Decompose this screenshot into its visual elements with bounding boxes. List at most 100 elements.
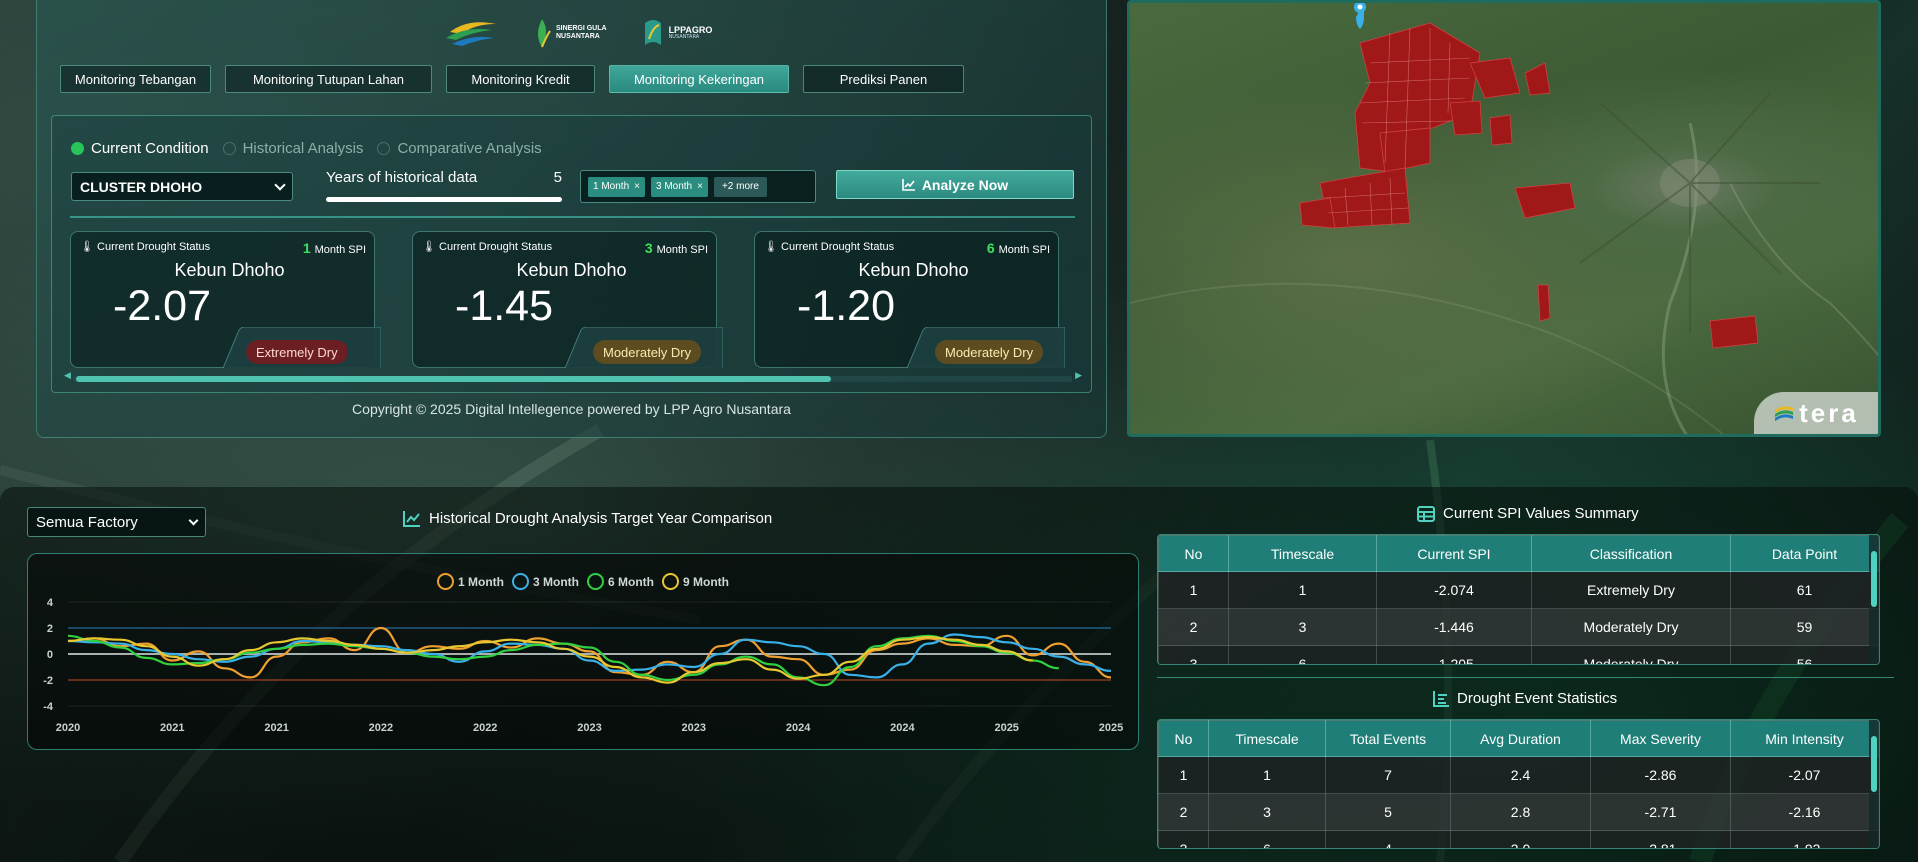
- x-tick-label: 2022: [473, 722, 497, 734]
- tera-logo-text: tera: [1799, 397, 1859, 428]
- table-row: 2 3 -1.446 Moderately Dry 59: [1158, 608, 1879, 646]
- drought-line-chart: 1 Month 3 Month 6 Month 9 Month 4 2 0 -2 -4 2…: [27, 553, 1139, 750]
- drought-analysis-panel: Current Condition Historical Analysis Co…: [51, 115, 1092, 393]
- remove-tag-icon[interactable]: ×: [697, 181, 703, 192]
- table-icon: [1417, 505, 1435, 522]
- column-header[interactable]: No: [1158, 720, 1209, 757]
- timescale-number: 6: [986, 240, 995, 256]
- column-header[interactable]: Classification: [1531, 535, 1731, 572]
- scrollbar-thumb[interactable]: [1871, 551, 1877, 607]
- drought-status-card: 🌡︎ Current Drought Status 3 Month SPI Keb…: [412, 231, 723, 368]
- tera-logo-icon: [1775, 406, 1794, 421]
- table-header-row: No Timescale Current SPI Classification …: [1158, 535, 1879, 572]
- years-history-slider: Years of historical data 5: [326, 169, 566, 202]
- remove-tag-icon[interactable]: ×: [634, 181, 640, 192]
- chevron-down-icon: [274, 178, 286, 191]
- radio-selected-dot: [71, 142, 84, 155]
- drought-stats-title: Drought Event Statistics: [1433, 690, 1617, 707]
- x-tick-label: 2025: [994, 722, 1018, 734]
- x-tick-label: 2023: [682, 722, 706, 734]
- scroll-left-arrow-icon[interactable]: ◀: [64, 371, 71, 381]
- spi-value: -1.20: [797, 282, 896, 330]
- table-vertical-scrollbar[interactable]: [1869, 720, 1879, 848]
- monitoring-panel: SINERGI GULA NUSANTARA LPPAGRO NUSANTARA…: [36, 0, 1107, 438]
- column-header[interactable]: Min Intensity: [1730, 720, 1879, 757]
- tab-monitoring-tebangan[interactable]: Monitoring Tebangan: [60, 65, 211, 93]
- column-header[interactable]: Avg Duration: [1450, 720, 1591, 757]
- timescale-tag: 1 Month ×: [588, 176, 645, 197]
- radio-dot: [222, 142, 236, 155]
- map-canvas: [1130, 3, 1878, 434]
- x-tick-label: 2023: [577, 722, 601, 734]
- radio-current-condition[interactable]: Current Condition: [71, 140, 209, 157]
- drought-status-card: 🌡︎ Current Drought Status 6 Month SPI Keb…: [754, 231, 1065, 368]
- y-tick-label: 2: [47, 623, 53, 635]
- classification-badge: Moderately Dry: [593, 340, 702, 364]
- line-chart-icon: [403, 510, 420, 527]
- radio-dot: [377, 142, 391, 155]
- years-slider-track[interactable]: [326, 197, 562, 202]
- lpp-agro-logo: LPPAGRO NUSANTARA: [641, 17, 712, 49]
- drought-stats-table: No Timescale Total Events Avg Duration M…: [1157, 719, 1880, 849]
- partner-logos: SINERGI GULA NUSANTARA LPPAGRO NUSANTARA: [442, 15, 712, 51]
- location-name: Kebun Dhoho: [516, 260, 627, 280]
- y-tick-label: -2: [43, 675, 53, 687]
- drought-cards-carousel: 🌡︎ Current Drought Status 1 Month SPI Keb…: [70, 231, 1075, 368]
- timescale-number: 3: [644, 240, 653, 256]
- line-chart-icon: [902, 178, 915, 191]
- timescale-multiselect[interactable]: 1 Month × 3 Month × +2 more: [580, 170, 816, 203]
- classification-badge: Moderately Dry: [935, 340, 1044, 364]
- column-header[interactable]: Timescale: [1208, 720, 1326, 757]
- copyright-text: Copyright © 2025 Digital Intellegence po…: [352, 401, 791, 417]
- table-vertical-scrollbar[interactable]: [1869, 535, 1879, 664]
- analyze-now-button[interactable]: Analyze Now: [836, 170, 1074, 199]
- thermometer-icon: 🌡︎: [422, 241, 436, 253]
- y-tick-label: 4: [47, 597, 54, 609]
- column-header[interactable]: Total Events: [1325, 720, 1451, 757]
- radio-historical-analysis[interactable]: Historical Analysis: [222, 140, 363, 157]
- section-divider: [1157, 677, 1894, 678]
- table-row: 2 3 5 2.8 -2.71 -2.16: [1158, 793, 1879, 831]
- table-row: 3 6 4 3.0 -2.81 -1.93: [1158, 830, 1879, 848]
- table-row: 1 1 -2.074 Extremely Dry 61: [1158, 571, 1879, 609]
- bottom-analysis-section: Semua Factory Historical Drought Analysi…: [0, 487, 1918, 862]
- chevron-down-icon: [188, 515, 199, 525]
- spi-value: -2.07: [113, 282, 212, 330]
- timescale-number: 1: [302, 240, 311, 256]
- scrollbar-thumb[interactable]: [1871, 736, 1877, 792]
- spi-summary-table: No Timescale Current SPI Classification …: [1157, 534, 1880, 665]
- cards-horizontal-scrollbar[interactable]: ◀ ▶: [64, 371, 1082, 383]
- tab-monitoring-tutupan-lahan[interactable]: Monitoring Tutupan Lahan: [225, 65, 432, 93]
- tab-prediksi-panen[interactable]: Prediksi Panen: [803, 65, 964, 93]
- scroll-right-arrow-icon[interactable]: ▶: [1075, 371, 1082, 381]
- x-tick-label: 2024: [890, 722, 915, 734]
- thermometer-icon: 🌡︎: [80, 241, 94, 253]
- drought-status-card: 🌡︎ Current Drought Status 1 Month SPI Keb…: [70, 231, 381, 368]
- column-header[interactable]: Current SPI: [1376, 535, 1532, 572]
- column-header[interactable]: Max Severity: [1590, 720, 1731, 757]
- cluster-select[interactable]: CLUSTER DHOHO: [71, 172, 293, 201]
- column-header[interactable]: Data Point: [1730, 535, 1879, 572]
- table-row: 3 6 -1.205 Moderately Dry 56: [1158, 645, 1879, 664]
- radio-comparative-analysis[interactable]: Comparative Analysis: [377, 140, 542, 157]
- chart-plot-area: 4 2 0 -2 -42020 2021 2021 2022 2022 2023 2023 2024 2…: [43, 597, 1123, 734]
- x-tick-label: 2024: [786, 722, 811, 734]
- scrollbar-thumb[interactable]: [76, 376, 831, 382]
- spi-summary-title: Current SPI Values Summary: [1417, 505, 1639, 522]
- y-tick-label: -4: [43, 701, 54, 713]
- more-tags-indicator[interactable]: +2 more: [713, 176, 767, 197]
- x-tick-label: 2021: [264, 722, 288, 734]
- factory-select[interactable]: Semua Factory: [27, 507, 206, 537]
- tab-monitoring-kekeringan[interactable]: Monitoring Kekeringan: [609, 65, 789, 93]
- chart-title: Historical Drought Analysis Target Year …: [403, 510, 772, 527]
- analysis-mode-radios: Current Condition Historical Analysis Co…: [71, 140, 542, 157]
- column-header[interactable]: No: [1158, 535, 1229, 572]
- perkebunan-nusantara-logo: [442, 18, 498, 48]
- bar-chart-icon: [1433, 690, 1449, 707]
- column-header[interactable]: Timescale: [1228, 535, 1377, 572]
- satellite-map[interactable]: tera: [1127, 0, 1881, 437]
- table-header-row: No Timescale Total Events Avg Duration M…: [1158, 720, 1879, 757]
- location-name: Kebun Dhoho: [858, 260, 969, 280]
- tab-monitoring-kredit[interactable]: Monitoring Kredit: [446, 65, 595, 93]
- table-row: 1 1 7 2.4 -2.86 -2.07: [1158, 756, 1879, 794]
